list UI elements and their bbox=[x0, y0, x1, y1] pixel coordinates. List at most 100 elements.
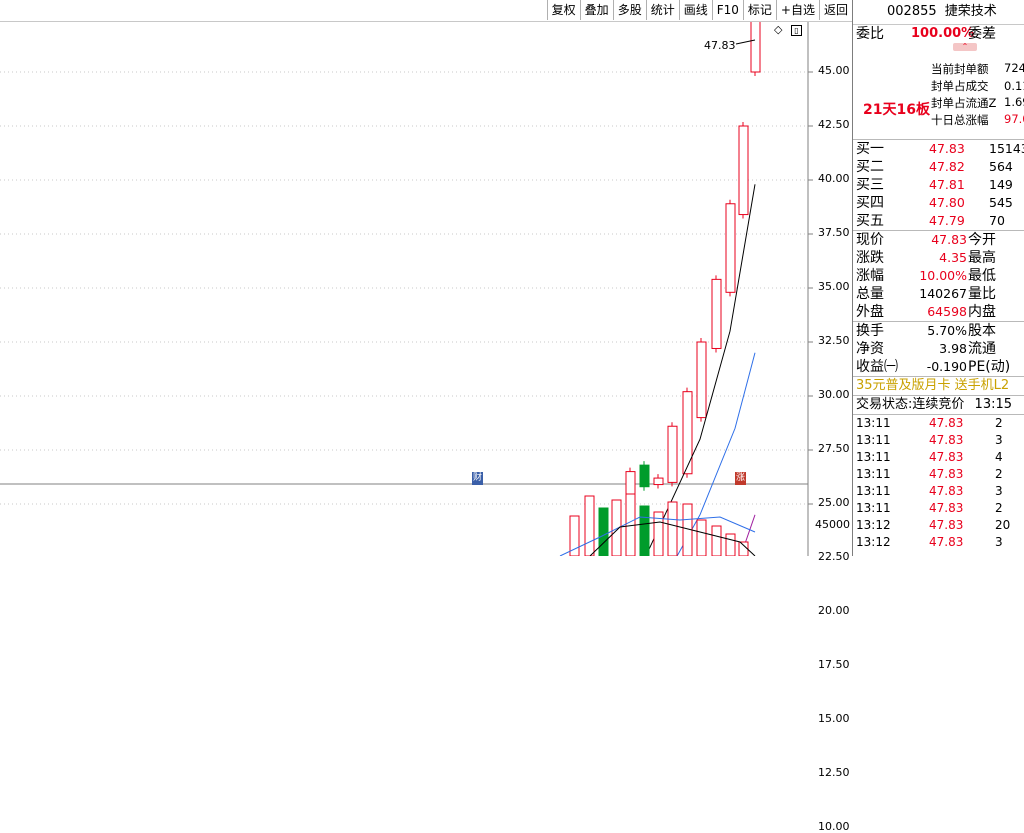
tick-row: 13:1147.832 bbox=[853, 500, 1024, 517]
toolbar-button[interactable]: 统计 bbox=[646, 0, 679, 20]
seal-label: 封单占成交 bbox=[931, 79, 989, 93]
tick-row: 13:1147.832 bbox=[853, 415, 1024, 432]
quote-label: 涨幅 bbox=[856, 267, 884, 285]
bid-level[interactable]: 买四 47.80 545 bbox=[853, 194, 1024, 212]
wei-bi-label: 委比 bbox=[856, 25, 884, 43]
candle bbox=[654, 478, 663, 484]
y-axis-tick: 35.00 bbox=[818, 280, 850, 293]
bid-price: 47.79 bbox=[929, 212, 965, 230]
quote-row: 外盘64598内盘 bbox=[853, 303, 1024, 321]
tick-row: 13:1247.8320 bbox=[853, 517, 1024, 534]
tick-price: 47.83 bbox=[929, 466, 963, 483]
toolbar-button[interactable]: 画线 bbox=[679, 0, 712, 20]
volume-bar bbox=[726, 534, 735, 556]
limit-up-tag[interactable]: 涨 bbox=[735, 472, 746, 485]
quote-label: 外盘 bbox=[856, 303, 884, 321]
bid-price: 47.82 bbox=[929, 158, 965, 176]
bid-level[interactable]: 买三47.81149 bbox=[853, 176, 1024, 194]
kline-chart[interactable]: 47.83 ◇ ▯ 45.0042.5040.0037.5035.0032.50… bbox=[0, 22, 852, 556]
bid-level[interactable]: 买一47.8315143 bbox=[853, 140, 1024, 158]
volume-bar bbox=[739, 542, 748, 556]
quote-row: 总量140267量比 bbox=[853, 285, 1024, 303]
y-axis-tick: 10.00 bbox=[818, 820, 850, 833]
y-axis-tick: 45.00 bbox=[818, 64, 850, 77]
bid-name: 买三 bbox=[856, 176, 884, 194]
fund-row: 净资3.98流通 bbox=[853, 340, 1024, 358]
status-time: 13:15 bbox=[975, 397, 1012, 412]
bid-volume: 15143 bbox=[989, 140, 1024, 158]
y-axis-tick: 15.00 bbox=[818, 712, 850, 725]
quote-value: 140267 bbox=[919, 285, 967, 303]
candle bbox=[726, 204, 735, 293]
y-axis-tick: 22.50 bbox=[818, 550, 850, 563]
bid-volume: 545 bbox=[989, 194, 1013, 212]
seal-value: 97.07 bbox=[1004, 112, 1024, 126]
quote-panel: 002855 捷荣技术 委比 100.00% 委差 ⌃ 当前封单额7243封单占… bbox=[852, 0, 1024, 556]
toolbar-button[interactable]: F10 bbox=[712, 0, 743, 20]
y-axis-tick: 27.50 bbox=[818, 442, 850, 455]
status-label: 交易状态: bbox=[856, 397, 912, 412]
seal-value: 0.11倍 bbox=[1004, 78, 1024, 94]
tick-volume: 2 bbox=[995, 415, 1003, 432]
volume-bar bbox=[570, 516, 579, 556]
fund-row: 换手5.70%股本 bbox=[853, 322, 1024, 340]
quote-label-2: 今开 bbox=[968, 231, 996, 249]
fund-value: -0.190 bbox=[927, 358, 967, 376]
fund-label-2: 流通 bbox=[968, 340, 996, 358]
wei-bi-value: 100.00% bbox=[911, 25, 974, 43]
fundamental-stats: 换手5.70%股本净资3.98流通收益㈠-0.190PE(动) bbox=[853, 322, 1024, 376]
tick-row: 13:1247.833 bbox=[853, 534, 1024, 551]
toolbar-button[interactable]: +自选 bbox=[776, 0, 819, 20]
volume-bar bbox=[697, 520, 706, 556]
tick-row: 13:1147.832 bbox=[853, 466, 1024, 483]
diamond-icon[interactable]: ◇ bbox=[774, 23, 782, 36]
y-axis-tick: 12.50 bbox=[818, 766, 850, 779]
seal-line: 十日总涨幅97.07 bbox=[931, 112, 989, 128]
toolbar-buttons: 复权叠加多股统计画线F10标记+自选返回 bbox=[547, 0, 852, 21]
tick-row: 13:1147.833 bbox=[853, 483, 1024, 500]
tick-volume: 4 bbox=[995, 449, 1003, 466]
bid-level[interactable]: 买五47.7970 bbox=[853, 212, 1024, 230]
quote-value: 47.83 bbox=[931, 231, 967, 249]
financial-report-tag[interactable]: 财 bbox=[472, 472, 483, 485]
y-axis-tick: 42.50 bbox=[818, 118, 850, 131]
bid-levels: 买一47.8315143买二47.82564买三47.81149买四 47.80 5… bbox=[853, 140, 1024, 230]
y-axis-tick: 37.50 bbox=[818, 226, 850, 239]
expand-up-icon[interactable]: ⌃ bbox=[953, 43, 977, 51]
candle bbox=[640, 465, 649, 487]
volume-bar bbox=[585, 496, 594, 556]
toolbar-button[interactable]: 复权 bbox=[547, 0, 580, 20]
tick-price: 47.83 bbox=[929, 517, 963, 534]
bid-level[interactable]: 买二47.82564 bbox=[853, 158, 1024, 176]
candle bbox=[739, 126, 748, 215]
tick-time: 13:11 bbox=[856, 500, 891, 517]
panel-toggle-icon[interactable]: ▯ bbox=[791, 25, 802, 36]
seal-line: 封单占流通Z1.69 bbox=[931, 95, 996, 111]
seal-info: ⌃ 当前封单额7243封单占成交0.11倍封单占流通Z1.69十日总涨幅97.0… bbox=[853, 43, 1024, 140]
trade-status: 交易状态:连续竞价 13:15 bbox=[853, 395, 1024, 415]
stock-title: 002855 捷荣技术 bbox=[853, 0, 1024, 25]
bid-name: 买四 bbox=[856, 194, 884, 212]
quote-value: 10.00% bbox=[919, 267, 967, 285]
tick-time: 13:11 bbox=[856, 449, 891, 466]
toolbar-button[interactable]: 标记 bbox=[743, 0, 776, 20]
toolbar-button[interactable]: 返回 bbox=[819, 0, 852, 20]
toolbar-button[interactable]: 多股 bbox=[613, 0, 646, 20]
tick-price: 47.83 bbox=[929, 415, 963, 432]
tick-volume: 3 bbox=[995, 483, 1003, 500]
last-price-label: 47.83 bbox=[704, 39, 736, 52]
limit-streak: 21天16板 bbox=[863, 99, 930, 119]
promo-banner[interactable]: 35元普及版月卡 送手机L2 bbox=[853, 376, 1024, 395]
wei-bi-row: 委比 100.00% 委差 bbox=[853, 25, 1024, 43]
tick-list: 13:1147.83213:1147.83313:1147.83413:1147… bbox=[853, 415, 1024, 551]
quote-label: 涨跌 bbox=[856, 249, 884, 267]
tick-time: 13:11 bbox=[856, 466, 891, 483]
seal-label: 十日总涨幅 bbox=[931, 113, 989, 127]
fund-value: 5.70% bbox=[927, 322, 967, 340]
y-axis-tick: 40.00 bbox=[818, 172, 850, 185]
volume-bar bbox=[668, 502, 677, 556]
toolbar-button[interactable]: 叠加 bbox=[580, 0, 613, 20]
bid-price: 47.80 bbox=[929, 194, 965, 212]
quote-row: 现价47.83今开 bbox=[853, 231, 1024, 249]
volume-axis-tick: 45000 bbox=[815, 518, 850, 531]
